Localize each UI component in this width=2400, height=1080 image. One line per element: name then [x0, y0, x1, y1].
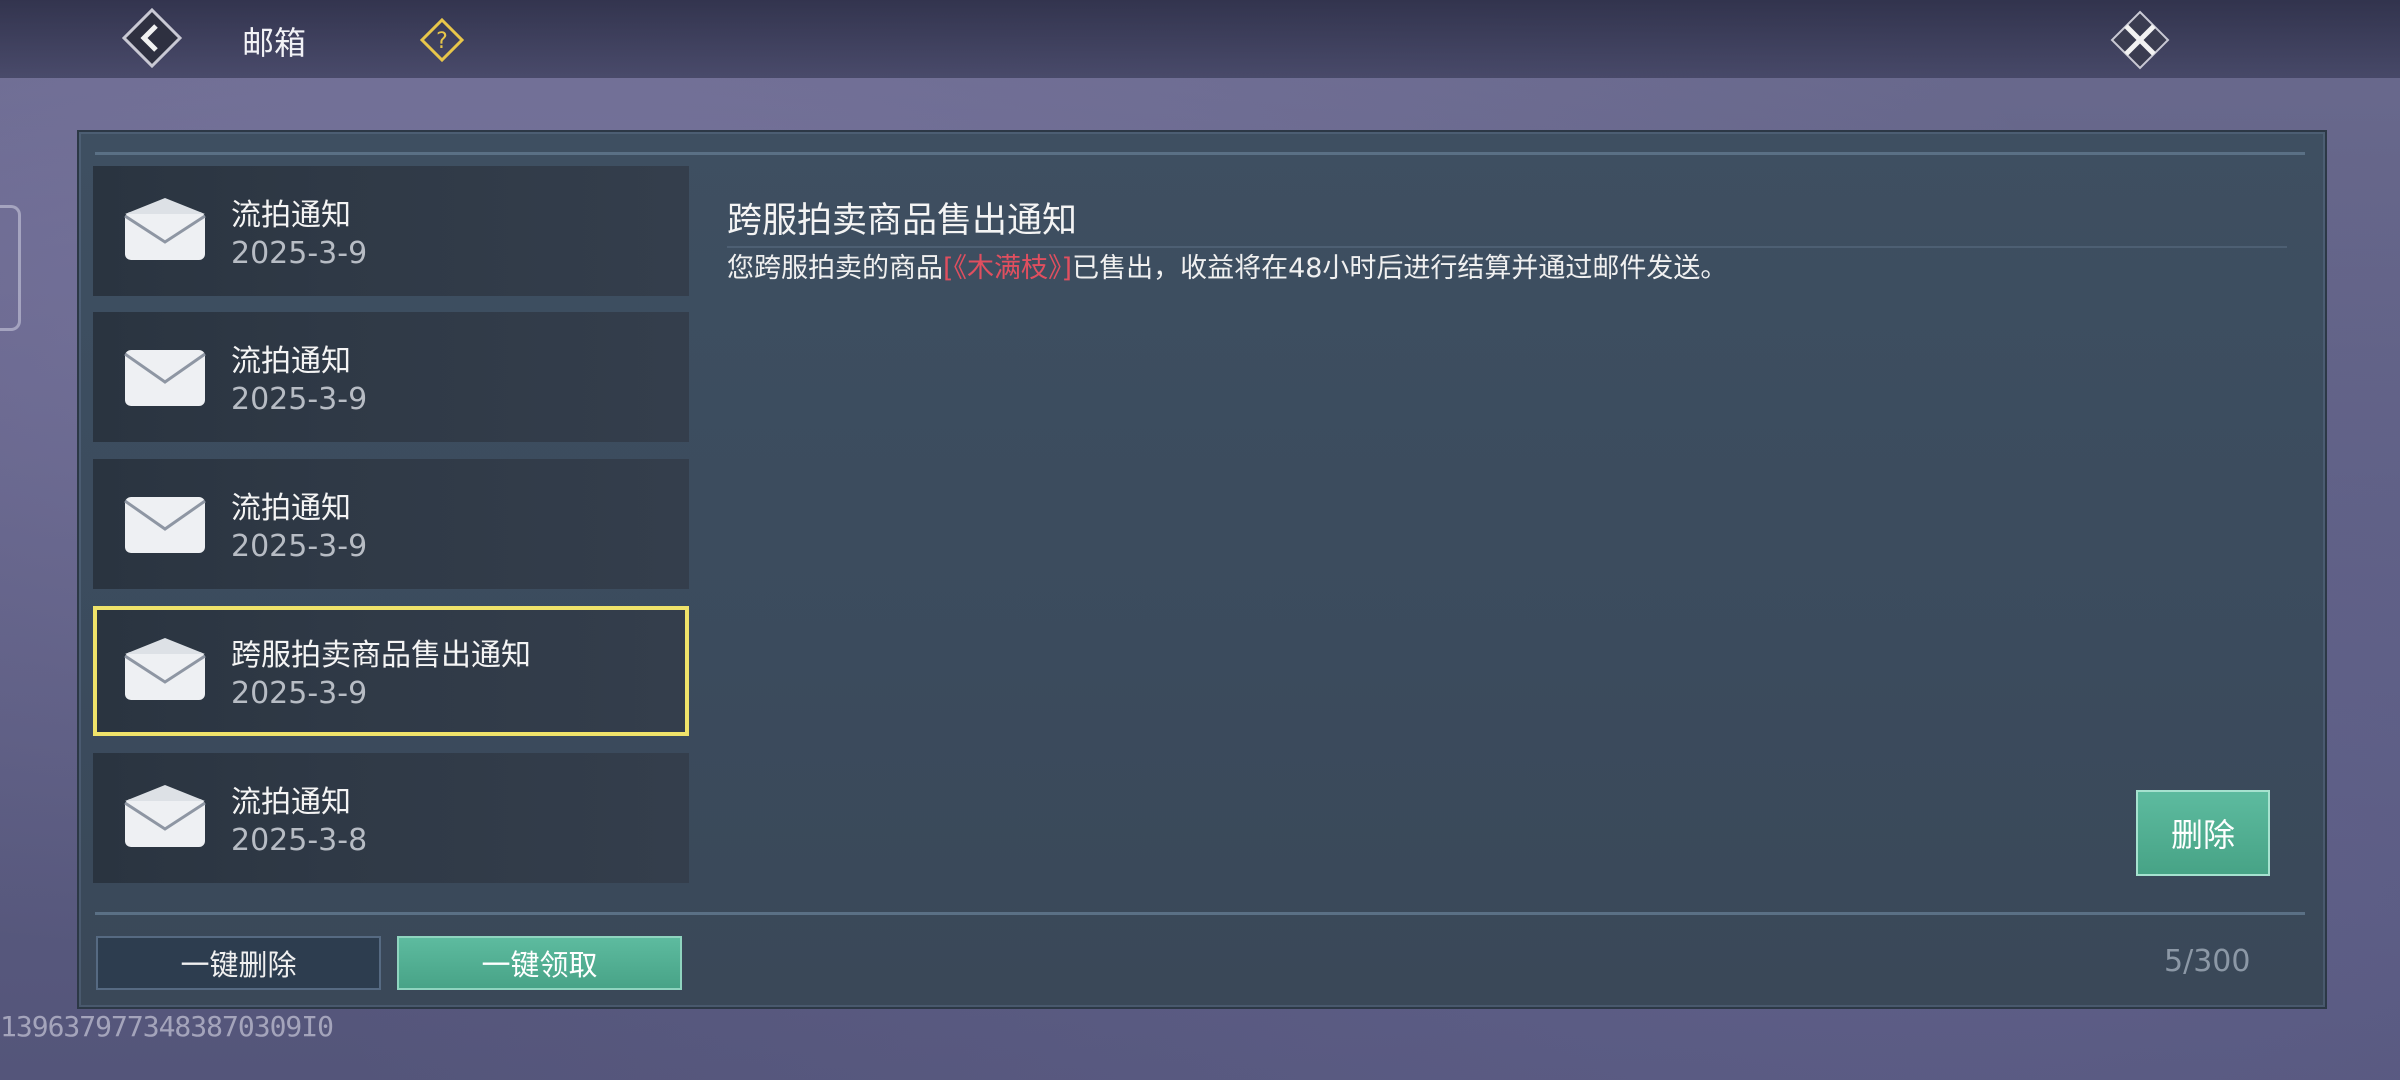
- mail-date: 2025-3-8: [231, 823, 368, 858]
- mail-list-item[interactable]: 流拍通知 2025-3-9: [93, 312, 689, 442]
- page-title: 邮箱: [242, 24, 307, 62]
- svg-text:?: ?: [436, 29, 448, 54]
- delete-button[interactable]: 删除: [2136, 790, 2270, 876]
- divider: [95, 912, 2305, 915]
- mail-list-item[interactable]: 流拍通知 2025-3-9: [93, 166, 689, 296]
- mail-date: 2025-3-9: [231, 236, 368, 271]
- side-tab-handle[interactable]: [0, 205, 21, 331]
- mail-panel: 流拍通知 2025-3-9 流拍通知 2025-3-9 流拍通知 2025-3-…: [77, 130, 2327, 1009]
- mail-title: 流拍通知: [231, 198, 351, 233]
- envelope-icon: [124, 497, 206, 553]
- envelope-opened-icon: [124, 785, 206, 847]
- item-link[interactable]: [《木满枝》]: [943, 253, 1072, 284]
- mail-date: 2025-3-9: [231, 382, 368, 417]
- mail-count: 5/300: [2164, 944, 2251, 979]
- claim-all-button[interactable]: 一键领取: [397, 936, 682, 990]
- top-bar: 邮箱 ?: [0, 0, 2400, 78]
- mail-title: 流拍通知: [231, 785, 351, 820]
- divider: [727, 246, 2287, 248]
- question-diamond-icon[interactable]: ?: [420, 18, 464, 62]
- mail-title: 流拍通知: [231, 344, 351, 379]
- body-text: 您跨服拍卖的商品: [727, 253, 943, 284]
- mail-date: 2025-3-9: [231, 676, 368, 711]
- mail-list-item[interactable]: 流拍通知 2025-3-8: [93, 753, 689, 883]
- delete-all-button[interactable]: 一键删除: [96, 936, 381, 990]
- mail-title: 流拍通知: [231, 491, 351, 526]
- user-id: 1396379773483870309I0: [0, 1010, 334, 1043]
- mail-list-item-selected[interactable]: 跨服拍卖商品售出通知 2025-3-9: [93, 606, 689, 736]
- envelope-opened-icon: [124, 198, 206, 260]
- back-arrow-icon[interactable]: [122, 8, 182, 68]
- divider: [95, 152, 2305, 155]
- envelope-opened-icon: [124, 638, 206, 700]
- close-x-icon[interactable]: [2108, 8, 2172, 72]
- mail-title: 跨服拍卖商品售出通知: [231, 638, 531, 673]
- body-text: 已售出，收益将在48小时后进行结算并通过邮件发送。: [1072, 253, 1728, 284]
- envelope-icon: [124, 350, 206, 406]
- mail-detail-title: 跨服拍卖商品售出通知: [727, 201, 1078, 241]
- mail-date: 2025-3-9: [231, 529, 368, 564]
- mail-detail-body: 您跨服拍卖的商品[《木满枝》]已售出，收益将在48小时后进行结算并通过邮件发送。: [727, 250, 1827, 288]
- mail-list-item[interactable]: 流拍通知 2025-3-9: [93, 459, 689, 589]
